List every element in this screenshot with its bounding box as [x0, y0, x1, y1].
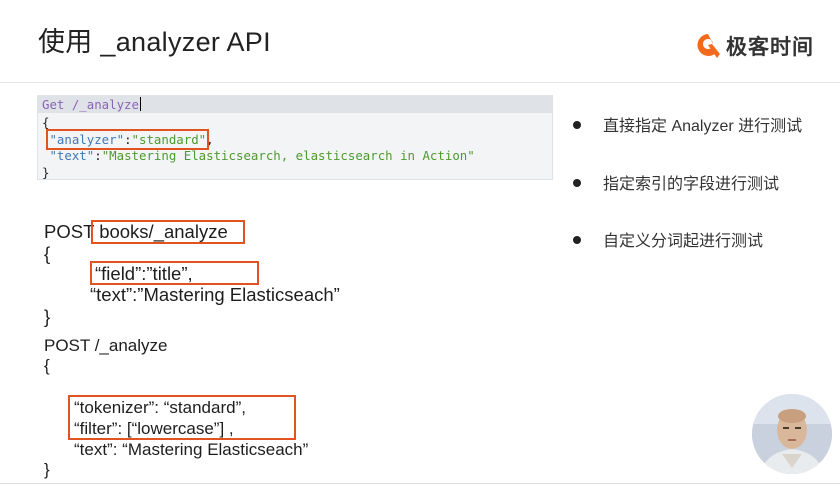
brand-name: 极客时间	[726, 36, 814, 59]
analyzer-highlight: "analyzer":"standard"	[46, 128, 210, 150]
slide-title: 使用 _analyzer API	[38, 27, 271, 57]
code-line-analyzer: "analyzer":"standard",	[42, 128, 552, 150]
header-divider	[0, 82, 840, 83]
bullet-dot-icon	[573, 179, 581, 187]
example2-close-brace: }	[44, 306, 51, 327]
field-highlight-box	[90, 261, 259, 285]
json-value: "standard"	[131, 131, 207, 147]
editor-body: { "analyzer":"standard", "text":"Masteri…	[38, 113, 552, 181]
presenter-video[interactable]	[752, 394, 832, 474]
brand-logo: 极客时间	[695, 31, 814, 61]
presenter-avatar-icon	[752, 394, 832, 474]
editor-request-line[interactable]: Get /_analyze	[38, 96, 552, 113]
bullet-text: 指定索引的字段进行测试	[603, 176, 780, 193]
code-line: {	[42, 115, 50, 130]
example3-request: POST /_analyze	[44, 336, 168, 355]
bottom-divider	[0, 483, 840, 484]
request-line-text: Get /_analyze	[42, 97, 139, 112]
bullet-text: 直接指定 Analyzer 进行测试	[603, 118, 803, 135]
bullet-item: 直接指定 Analyzer 进行测试	[573, 112, 833, 136]
json-comma: ,	[206, 131, 214, 147]
example2-text-line: “text”:”Mastering Elasticseach”	[90, 284, 340, 305]
text-caret	[139, 97, 141, 111]
tokenizer-filter-highlight-box	[68, 395, 296, 440]
bullet-item: 自定义分词起进行测试	[573, 227, 833, 251]
example3-text-line: “text”: “Mastering Elasticseach”	[74, 440, 309, 459]
example3-open-brace: {	[44, 356, 50, 375]
bullet-item: 指定索引的字段进行测试	[573, 170, 833, 194]
json-colon: :	[94, 148, 102, 163]
json-colon: :	[124, 131, 132, 147]
json-key: "text"	[49, 148, 95, 163]
bullet-dot-icon	[573, 236, 581, 244]
example3-close-brace: }	[44, 460, 50, 479]
code-line: }	[42, 164, 50, 180]
code-line-text: "text":"Mastering Elasticsearch, elastic…	[42, 148, 552, 165]
bullet-text: 自定义分词起进行测试	[603, 233, 764, 250]
json-key: "analyzer"	[49, 131, 125, 147]
geektime-logo-icon	[697, 34, 720, 58]
json-value: "Mastering Elasticsearch, elasticsearch …	[101, 148, 475, 163]
path-highlight-box	[91, 220, 245, 244]
code-editor[interactable]: Get /_analyze { "analyzer":"standard", "…	[37, 95, 553, 180]
example2-open-brace: {	[44, 243, 51, 264]
bullet-dot-icon	[573, 121, 581, 129]
